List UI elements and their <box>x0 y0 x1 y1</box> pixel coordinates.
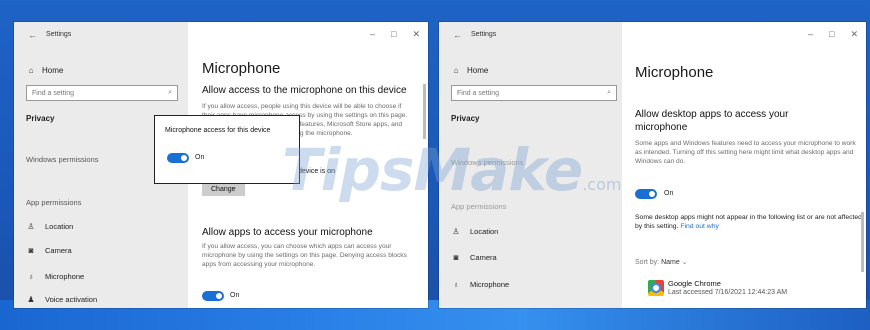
microphone-icon: ♁ <box>453 280 459 289</box>
microphone-icon: ♁ <box>28 272 34 281</box>
window-controls: – □ ✕ <box>808 29 858 40</box>
note-text: Some desktop apps might not appear in th… <box>635 214 862 230</box>
camera-icon: ◙ <box>453 253 459 262</box>
device-access-dialog: Microphone access for this device On <box>154 115 300 184</box>
page-title: Microphone <box>635 64 714 81</box>
scrollbar[interactable] <box>423 84 426 139</box>
desktop-apps-note: Some desktop apps might not appear in th… <box>635 213 863 231</box>
scrollbar[interactable] <box>861 212 864 272</box>
desktop-apps-toggle-label: On <box>664 190 674 197</box>
location-icon: ♙ <box>452 227 460 236</box>
maximize-icon[interactable]: □ <box>829 29 834 40</box>
window-title: Settings <box>471 31 497 38</box>
window-title: Settings <box>46 31 72 38</box>
voice-activation-icon: ♟ <box>27 295 35 304</box>
desktop-apps-toggle[interactable] <box>635 189 657 199</box>
home-icon: ⌂ <box>28 66 34 75</box>
sidebar-privacy-heading: Privacy <box>451 114 480 123</box>
chrome-app-icon <box>648 280 664 296</box>
sidebar-item-location[interactable]: ♙ Location <box>26 222 73 231</box>
titlebar-left: ← Settings <box>14 22 188 48</box>
watermark-text: TipsMake <box>282 136 583 204</box>
dialog-text: Microphone access for this device <box>165 127 271 134</box>
home-icon: ⌂ <box>453 66 459 75</box>
sidebar-item-location[interactable]: ♙ Location <box>451 227 498 236</box>
sidebar-privacy-heading: Privacy <box>26 114 55 123</box>
sort-label: Sort by: <box>635 259 660 266</box>
back-arrow-icon[interactable]: ← <box>28 30 37 40</box>
sidebar-item-microphone[interactable]: ♁ Microphone <box>451 280 509 289</box>
close-icon[interactable]: ✕ <box>412 29 420 40</box>
apps-access-toggle-label: On <box>230 292 240 299</box>
section-heading-desktop-apps: Allow desktop apps to access your microp… <box>635 109 789 133</box>
change-button[interactable]: Change <box>202 183 245 196</box>
search-icon: ⌕ <box>168 89 172 96</box>
sidebar-item-camera[interactable]: ◙ Camera <box>26 246 72 255</box>
sidebar-item-label: Camera <box>45 246 72 255</box>
sidebar-item-microphone[interactable]: ♁ Microphone <box>26 272 84 281</box>
sidebar-home[interactable]: ⌂ Home <box>451 66 489 75</box>
app-permissions-heading: App permissions <box>26 198 82 207</box>
sidebar-item-label: Camera <box>470 253 497 262</box>
minimize-icon[interactable]: – <box>808 29 813 40</box>
sidebar-item-label: Microphone <box>470 280 510 289</box>
location-icon: ♙ <box>27 222 35 231</box>
apps-access-toggle[interactable] <box>202 291 224 301</box>
sidebar-item-label: Location <box>45 222 74 231</box>
maximize-icon[interactable]: □ <box>391 29 396 40</box>
sidebar-item-label: Location <box>470 227 499 236</box>
search-input[interactable]: Find a setting ⌕ <box>451 85 617 101</box>
app-name: Google Chrome <box>668 279 721 288</box>
search-icon: ⌕ <box>607 89 611 96</box>
search-input[interactable]: Find a setting ⌕ <box>26 85 178 101</box>
back-arrow-icon[interactable]: ← <box>453 30 462 40</box>
sidebar-home[interactable]: ⌂ Home <box>26 66 64 75</box>
watermark-suffix: .com <box>582 175 622 194</box>
device-access-toggle-label: On <box>195 154 205 161</box>
section-heading-apps-access: Allow apps to access your microphone <box>202 227 373 238</box>
page-title: Microphone <box>202 60 281 77</box>
sidebar-home-label: Home <box>42 66 64 75</box>
windows-permissions-heading: Windows permissions <box>26 155 99 164</box>
settings-main-right: – □ ✕ Microphone Allow desktop apps to a… <box>622 22 866 308</box>
section-heading-device-access: Allow access to the microphone on this d… <box>202 85 407 96</box>
close-icon[interactable]: ✕ <box>850 29 858 40</box>
sidebar-item-label: Microphone <box>45 272 85 281</box>
sidebar-item-label: Voice activation <box>45 295 98 304</box>
minimize-icon[interactable]: – <box>370 29 375 40</box>
sidebar-home-label: Home <box>467 66 489 75</box>
search-placeholder: Find a setting <box>32 89 75 97</box>
section-description-desktop-apps: Some apps and Windows features need to a… <box>635 140 856 165</box>
device-access-toggle[interactable] <box>167 153 189 163</box>
find-out-why-link[interactable]: Find out why <box>680 223 719 230</box>
sidebar-item-voice-activation[interactable]: ♟ Voice activation <box>26 295 97 304</box>
camera-icon: ◙ <box>28 246 34 255</box>
watermark-logo: TipsMake.com <box>282 136 621 204</box>
search-placeholder: Find a setting <box>457 89 500 97</box>
sidebar-item-camera[interactable]: ◙ Camera <box>451 253 497 262</box>
sort-value: Name <box>661 259 680 266</box>
titlebar-right: ← Settings <box>439 22 622 48</box>
window-controls: – □ ✕ <box>370 29 420 40</box>
chevron-down-icon: ⌄ <box>681 259 688 266</box>
sort-by-dropdown[interactable]: Sort by: Name ⌄ <box>635 258 688 266</box>
section-description-apps-access: If you allow access, you can choose whic… <box>202 243 407 268</box>
app-last-accessed: Last accessed 7/16/2021 12:44:23 AM <box>668 289 788 296</box>
